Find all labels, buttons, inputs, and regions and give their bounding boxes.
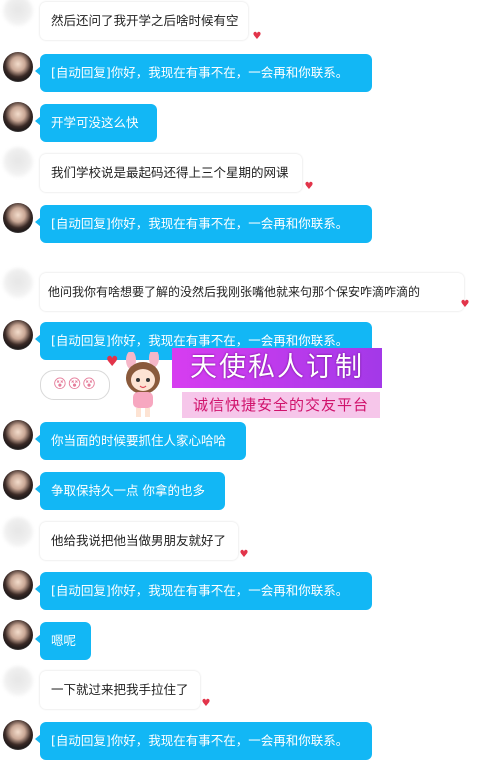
message-row: [自动回复]你好，我现在有事不在，一会再和你联系。 bbox=[0, 570, 485, 610]
avatar[interactable] bbox=[3, 203, 33, 233]
message-row: 争取保持久一点 你拿的也多 bbox=[0, 470, 485, 510]
message-bubble-outgoing: [自动回复]你好，我现在有事不在，一会再和你联系。 bbox=[40, 722, 372, 760]
avatar[interactable] bbox=[3, 52, 33, 82]
emoji-sticker: 😵😵😵 bbox=[40, 370, 110, 400]
avatar[interactable] bbox=[3, 0, 33, 26]
avatar[interactable] bbox=[3, 620, 33, 650]
message-row: 他问我你有啥想要了解的没然后我刚张嘴他就来句那个保安咋滴咋滴的 bbox=[0, 268, 485, 311]
message-bubble-outgoing: 开学可没这么快 bbox=[40, 104, 157, 142]
message-bubble-incoming: 然后还问了我开学之后啥时候有空 bbox=[40, 2, 248, 40]
avatar[interactable] bbox=[3, 720, 33, 750]
heart-icon bbox=[459, 300, 471, 310]
avatar[interactable] bbox=[3, 147, 33, 177]
heart-icon bbox=[251, 32, 263, 42]
heart-icon bbox=[238, 550, 250, 560]
message-bubble-incoming: 我们学校说是最起码还得上三个星期的网课 bbox=[40, 154, 302, 192]
message-row: 开学可没这么快 bbox=[0, 102, 485, 142]
avatar[interactable] bbox=[3, 517, 33, 547]
avatar[interactable] bbox=[3, 470, 33, 500]
message-row: [自动回复]你好，我现在有事不在，一会再和你联系。 bbox=[0, 52, 485, 92]
avatar[interactable] bbox=[3, 420, 33, 450]
avatar[interactable] bbox=[3, 268, 33, 298]
message-row: [自动回复]你好，我现在有事不在，一会再和你联系。 bbox=[0, 720, 485, 760]
message-bubble-incoming: 他问我你有啥想要了解的没然后我刚张嘴他就来句那个保安咋滴咋滴的 bbox=[40, 273, 464, 311]
message-bubble-outgoing: [自动回复]你好，我现在有事不在，一会再和你联系。 bbox=[40, 322, 372, 360]
message-bubble-outgoing: [自动回复]你好，我现在有事不在，一会再和你联系。 bbox=[40, 572, 372, 610]
message-row: 嗯呢 bbox=[0, 620, 485, 660]
message-bubble-incoming: 他给我说把他当做男朋友就好了 bbox=[40, 522, 238, 560]
message-bubble-incoming: 一下就过来把我手拉住了 bbox=[40, 671, 200, 709]
heart-icon bbox=[200, 699, 212, 709]
message-bubble-outgoing: [自动回复]你好，我现在有事不在，一会再和你联系。 bbox=[40, 54, 372, 92]
message-bubble-outgoing: 争取保持久一点 你拿的也多 bbox=[40, 472, 225, 510]
message-bubble-outgoing: 嗯呢 bbox=[40, 622, 91, 660]
avatar[interactable] bbox=[3, 320, 33, 350]
message-row: 然后还问了我开学之后啥时候有空 bbox=[0, 0, 485, 40]
message-row: 我们学校说是最起码还得上三个星期的网课 bbox=[0, 147, 485, 193]
message-row: [自动回复]你好，我现在有事不在，一会再和你联系。 bbox=[0, 320, 485, 360]
avatar[interactable] bbox=[3, 102, 33, 132]
message-bubble-outgoing: [自动回复]你好，我现在有事不在，一会再和你联系。 bbox=[40, 205, 372, 243]
message-row: 你当面的时候要抓住人家心哈哈 bbox=[0, 420, 485, 460]
cartoon-girl-icon bbox=[126, 352, 160, 417]
message-row: [自动回复]你好，我现在有事不在，一会再和你联系。 bbox=[0, 203, 485, 243]
heart-icon bbox=[303, 182, 315, 192]
watermark-subtitle: 诚信快捷安全的交友平台 bbox=[182, 392, 380, 418]
message-row: 他给我说把他当做男朋友就好了 bbox=[0, 517, 485, 561]
avatar[interactable] bbox=[3, 666, 33, 696]
message-bubble-outgoing: 你当面的时候要抓住人家心哈哈 bbox=[40, 422, 246, 460]
avatar[interactable] bbox=[3, 570, 33, 600]
message-row: 一下就过来把我手拉住了 bbox=[0, 666, 485, 710]
